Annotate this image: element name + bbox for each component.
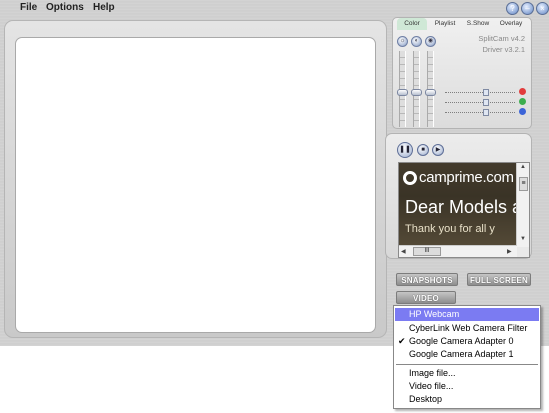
ad-logo: camprime.com: [419, 169, 514, 186]
menu-options[interactable]: Options: [46, 2, 84, 13]
app-version: SplitCam v4.2: [478, 34, 525, 43]
minimize-icon[interactable]: –: [521, 2, 534, 15]
red-level-slider[interactable]: [445, 89, 515, 96]
menu-item-label: Google Camera Adapter 1: [409, 349, 514, 359]
splitcam-window: File Options Help ? – × Color Playlist S…: [0, 0, 549, 346]
menu-item-image-file[interactable]: Image file...: [395, 367, 539, 380]
ad-headline: Dear Models a: [405, 197, 517, 217]
settings-panel: Color Playlist S.Show Overlay SplitCam v…: [392, 17, 532, 129]
green-dot-icon: [519, 98, 526, 105]
scroll-down-icon[interactable]: ▼: [520, 236, 526, 242]
menu-item-label: Image file...: [409, 368, 456, 378]
red-dot-icon: [519, 88, 526, 95]
menu-item-desktop[interactable]: Desktop: [395, 393, 539, 406]
saturation-icon[interactable]: ◉: [425, 36, 436, 47]
contrast-slider[interactable]: [411, 51, 422, 127]
menu-item-video-file[interactable]: Video file...: [395, 380, 539, 393]
blue-level-slider[interactable]: [445, 109, 515, 116]
tab-slideshow[interactable]: S.Show: [463, 18, 493, 30]
menu-item-label: CyberLink Web Camera Filter: [409, 323, 528, 333]
tab-playlist[interactable]: Playlist: [429, 18, 461, 30]
snapshots-button[interactable]: SNAPSHOTS: [396, 273, 458, 286]
scroll-left-icon[interactable]: ◀: [401, 248, 406, 255]
menu-item-google-adapter-1[interactable]: Google Camera Adapter 1: [395, 348, 539, 361]
menu-item-google-adapter-0[interactable]: ✔ Google Camera Adapter 0: [395, 335, 539, 348]
camprime-logo-icon: [403, 171, 417, 185]
scroll-up-icon[interactable]: ▲: [520, 164, 526, 170]
horizontal-scrollbar[interactable]: ◀ III ▶: [399, 245, 517, 257]
video-preview-frame: [4, 20, 387, 338]
menu-item-hp-webcam[interactable]: HP Webcam: [395, 308, 539, 321]
brightness-icon[interactable]: ☼: [397, 36, 408, 47]
ad-browser[interactable]: camprime.com Dear Models a Thank you for…: [398, 162, 530, 258]
contrast-icon[interactable]: ◐: [411, 36, 422, 47]
player-panel: ❚❚ ■ ▶ camprime.com Dear Models a Thank …: [385, 133, 532, 259]
menu-item-label: Desktop: [409, 394, 443, 404]
menu-item-label: HP Webcam: [409, 309, 460, 319]
play-icon[interactable]: ▶: [432, 144, 444, 156]
menu-divider: [396, 364, 538, 365]
brightness-slider[interactable]: [397, 51, 408, 127]
slider-thumb[interactable]: [483, 89, 489, 96]
scroll-thumb[interactable]: III: [413, 247, 441, 256]
menu-item-label: Video file...: [409, 381, 454, 391]
tab-overlay[interactable]: Overlay: [495, 18, 527, 30]
driver-version: Driver v3.2.1: [482, 45, 525, 54]
menu-file[interactable]: File: [20, 2, 37, 13]
video-preview[interactable]: [15, 37, 376, 333]
scroll-thumb[interactable]: ≡: [519, 177, 528, 191]
pause-icon[interactable]: ❚❚: [397, 142, 413, 158]
slider-thumb[interactable]: [397, 89, 408, 96]
menu-bar: File Options Help ? – ×: [0, 0, 549, 17]
checkmark-icon: ✔: [398, 336, 406, 346]
video-source-menu: HP Webcam CyberLink Web Camera Filter ✔ …: [393, 305, 541, 409]
slider-thumb[interactable]: [483, 99, 489, 106]
menu-help[interactable]: Help: [93, 2, 115, 13]
tab-color[interactable]: Color: [397, 18, 427, 30]
close-icon[interactable]: ×: [536, 2, 549, 15]
fullscreen-button[interactable]: FULL SCREEN: [467, 273, 531, 286]
green-level-slider[interactable]: [445, 99, 515, 106]
help-icon[interactable]: ?: [506, 2, 519, 15]
menu-item-label: Google Camera Adapter 0: [409, 336, 514, 346]
stop-icon[interactable]: ■: [417, 144, 429, 156]
scroll-right-icon[interactable]: ▶: [507, 248, 512, 255]
vertical-scrollbar[interactable]: ▲ ≡ ▼: [516, 163, 529, 247]
slider-thumb[interactable]: [425, 89, 436, 96]
slider-thumb[interactable]: [483, 109, 489, 116]
ad-banner[interactable]: camprime.com Dear Models a Thank you for…: [399, 163, 517, 247]
menu-item-cyberlink-filter[interactable]: CyberLink Web Camera Filter: [395, 322, 539, 335]
slider-thumb[interactable]: [411, 89, 422, 96]
video-button[interactable]: VIDEO: [396, 291, 456, 304]
saturation-slider[interactable]: [425, 51, 436, 127]
blue-dot-icon: [519, 108, 526, 115]
ad-subline: Thank you for all y: [405, 223, 495, 235]
